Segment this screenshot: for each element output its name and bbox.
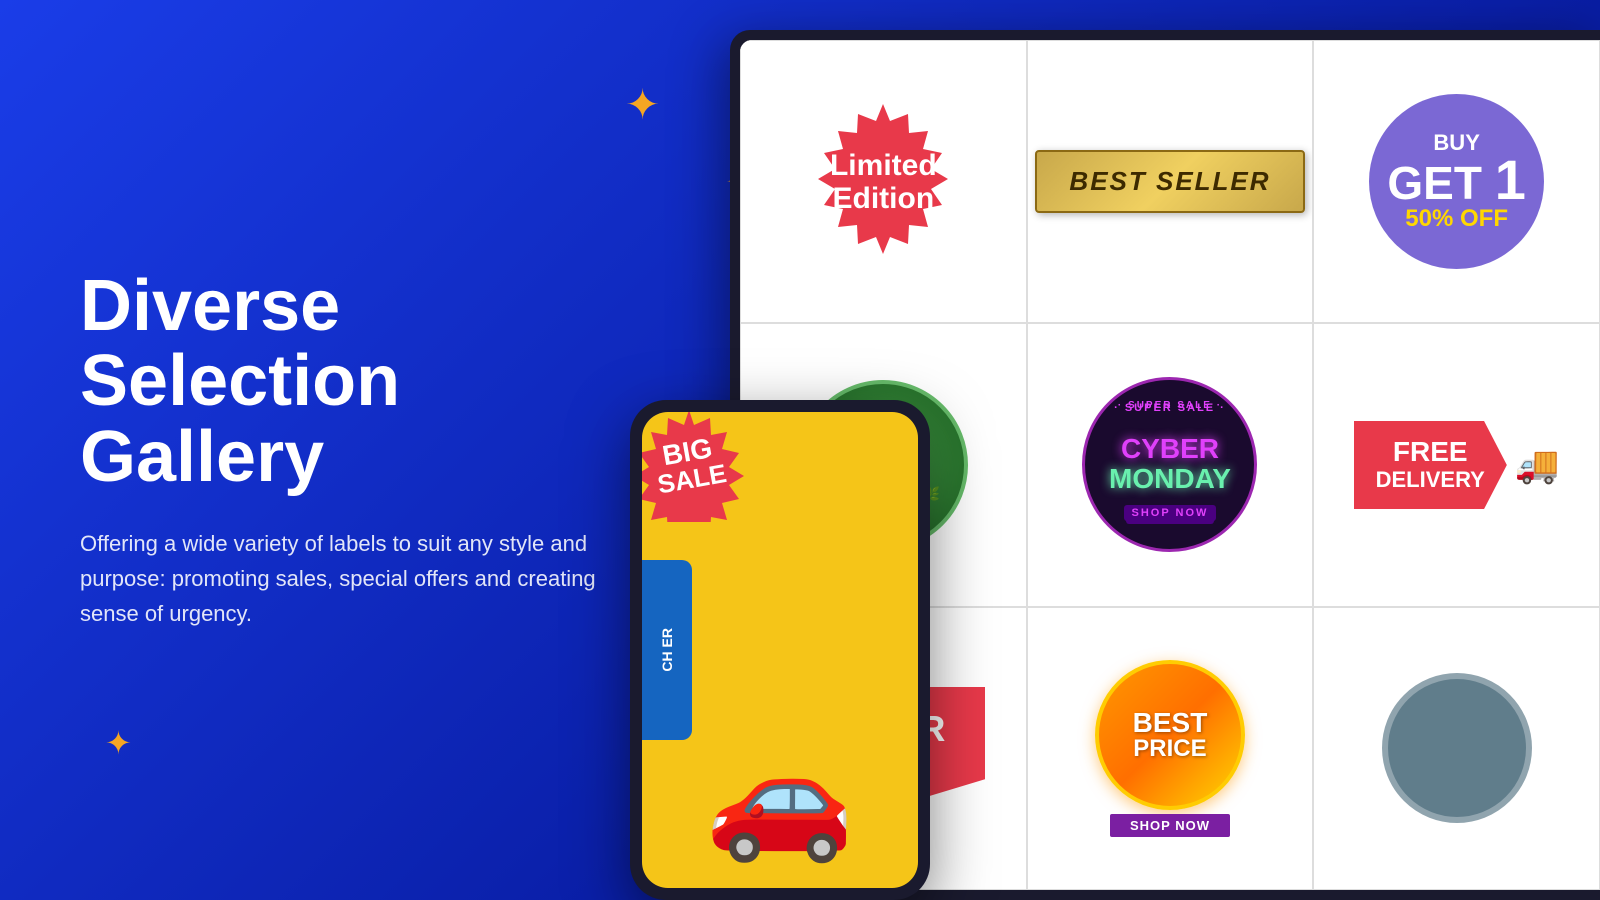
card-free-delivery: FREE DELIVERY 🚚: [1313, 323, 1600, 606]
best-seller-text: BEST SELLER: [1069, 166, 1270, 196]
car-image: 🚗: [705, 728, 854, 868]
monday-text: MONDAY: [1109, 463, 1231, 495]
blue-badge-text: CH ER: [659, 628, 675, 672]
phone-screen: BIG SALE 🚗 CH ER: [642, 412, 918, 888]
free-delivery-badge: FREE DELIVERY: [1354, 421, 1507, 510]
card-best-seller: BEST SELLER: [1027, 40, 1314, 323]
card-best-price: BEST PRICE SHOP NOW: [1027, 607, 1314, 890]
card-cyber-monday: · SUPER SALE · CYBER MONDAY SHOP NOW: [1027, 323, 1314, 606]
best-text: BEST: [1133, 709, 1208, 737]
left-panel: Diverse Selection Gallery Offering a wid…: [0, 0, 700, 900]
shop-now-tag: SHOP NOW: [1110, 814, 1230, 837]
blue-side-badge: CH ER: [642, 560, 692, 740]
delivery-text: DELIVERY: [1376, 467, 1485, 493]
price-text: PRICE: [1133, 737, 1206, 761]
card-buy-get: BUY GET 1 50% OFF: [1313, 40, 1600, 323]
super-sale-label: · SUPER SALE ·: [1118, 400, 1222, 411]
page-subtitle: Offering a wide variety of labels to sui…: [80, 526, 600, 632]
best-price-badge: BEST PRICE SHOP NOW: [1095, 660, 1245, 837]
phone-device: BIG SALE 🚗 CH ER: [630, 400, 930, 900]
page-title: Diverse Selection Gallery: [80, 269, 620, 496]
buy-get-text: BUY GET 1 50% OFF: [1387, 131, 1526, 232]
cyber-monday-badge: · SUPER SALE · CYBER MONDAY SHOP NOW: [1082, 377, 1257, 552]
buy-get-badge: BUY GET 1 50% OFF: [1369, 94, 1544, 269]
shop-now-label: SHOP NOW: [1126, 509, 1213, 524]
limited-edition-text: Limited Edition: [801, 149, 966, 215]
card-limited-edition: Limited Edition: [740, 40, 1027, 323]
truck-icon: 🚚: [1515, 444, 1560, 486]
card-teal: [1313, 607, 1600, 890]
sparkle-icon-1: ✦: [625, 80, 660, 129]
best-seller-badge: BEST SELLER: [1035, 150, 1304, 213]
big-sale-sticker: BIG SALE: [642, 412, 747, 522]
free-text: FREE: [1376, 437, 1485, 468]
best-price-circle: BEST PRICE: [1095, 660, 1245, 810]
off-label: 50% OFF: [1387, 206, 1526, 232]
cyber-text: CYBER: [1121, 435, 1219, 463]
get-num: GET 1: [1387, 155, 1526, 205]
teal-circle-badge: [1382, 673, 1532, 823]
free-delivery-container: FREE DELIVERY 🚚: [1354, 421, 1560, 510]
sparkle-icon-3: ✦: [105, 724, 132, 762]
